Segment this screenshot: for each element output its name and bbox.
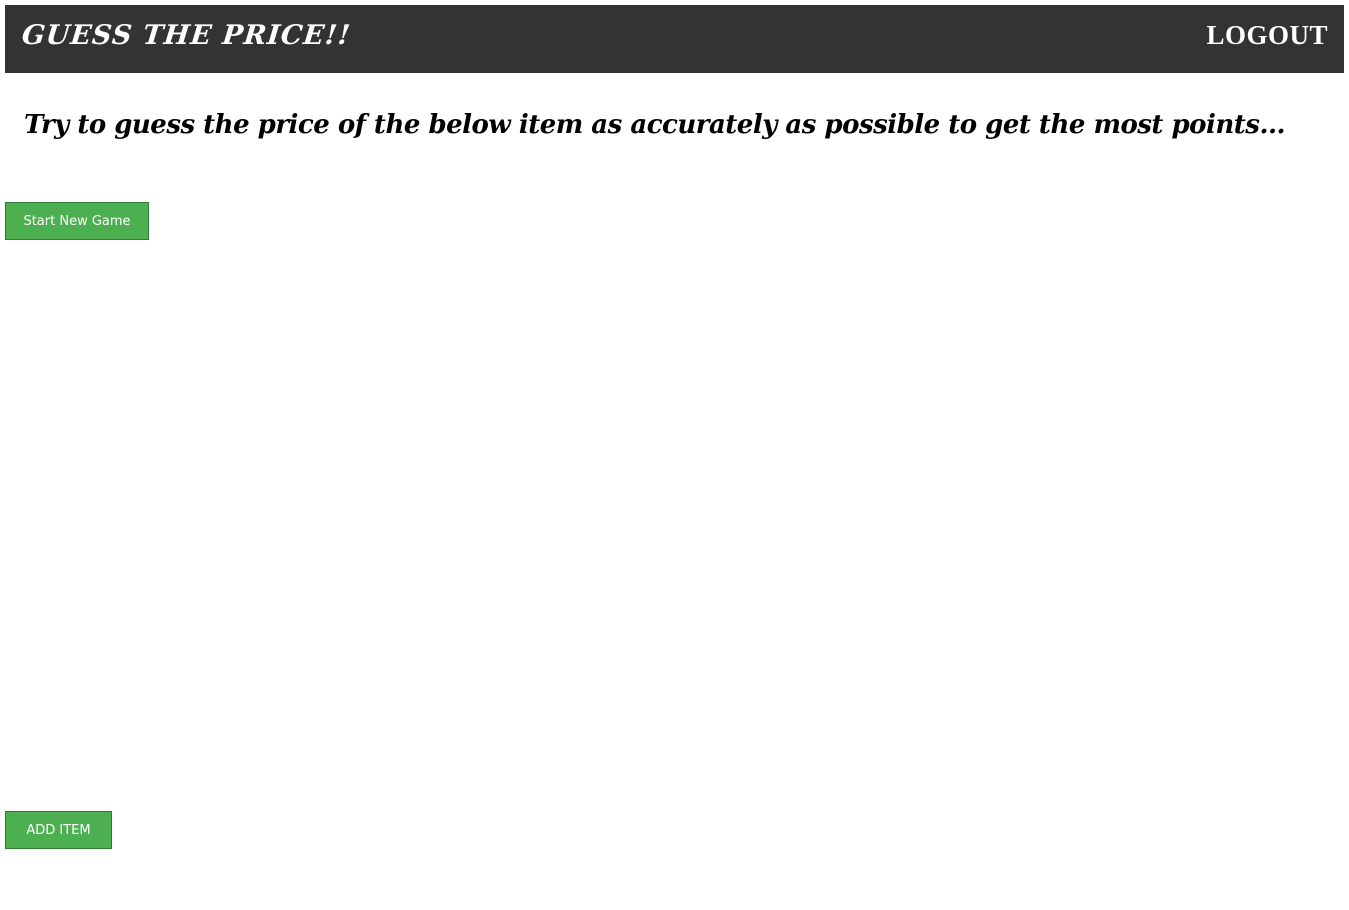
add-item-button[interactable]: ADD ITEM [5,811,112,849]
game-instructions: Try to guess the price of the below item… [24,110,1286,140]
start-new-game-button[interactable]: Start New Game [5,202,149,240]
logout-link[interactable]: LOGOUT [1206,20,1328,51]
app-title: GUESS THE PRICE!! [20,20,353,51]
top-navbar: GUESS THE PRICE!! LOGOUT [5,5,1344,73]
